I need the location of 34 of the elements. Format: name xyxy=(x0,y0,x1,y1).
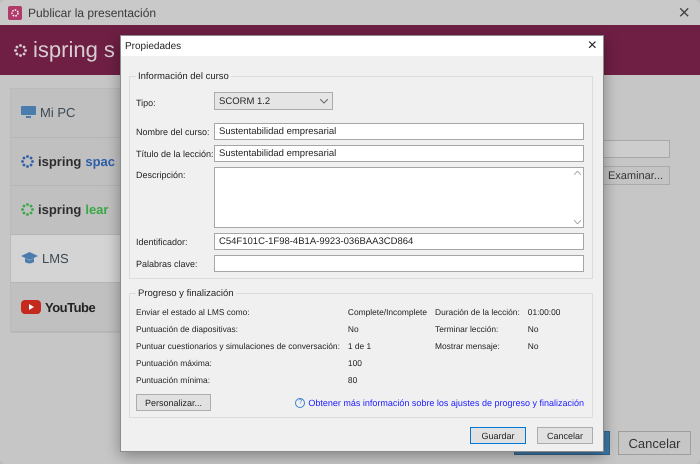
field-label: Palabras clave: xyxy=(136,258,199,268)
setting-value: Complete/Incomplete xyxy=(348,307,428,318)
brand-logo-text: ispring s xyxy=(33,37,115,63)
setting-label: Puntuación máxima: xyxy=(136,358,213,369)
setting-value: No xyxy=(528,341,540,352)
setting-label: Terminar lección: xyxy=(435,324,500,335)
field-label: Tipo: xyxy=(136,98,157,108)
field-label: Título de la lección: xyxy=(136,148,214,158)
youtube-logo-text: YouTube xyxy=(45,300,96,315)
brand-word: ispring xyxy=(38,202,82,218)
field-label: Descripción: xyxy=(136,169,187,180)
setting-label: Enviar el estado al LMS como: xyxy=(136,307,251,318)
brand-word: ispring xyxy=(38,154,82,169)
setting-value: 1 de 1 xyxy=(348,341,372,352)
group-title: Progreso y finalización xyxy=(137,288,235,299)
product-word: spac xyxy=(85,154,115,169)
dialog-title: Propiedades xyxy=(125,40,182,52)
field-label: Identificador: xyxy=(136,236,189,246)
sidebar-label: Mi PC xyxy=(40,105,76,120)
setting-label: Puntuación mínima: xyxy=(136,375,212,386)
field-label: Nombre del curso: xyxy=(136,126,211,136)
product-word: lear xyxy=(85,202,108,218)
window-title: Publicar la presentación xyxy=(28,6,158,20)
setting-label: Mostrar mensaje: xyxy=(435,341,501,352)
group-title: Información del curso xyxy=(137,71,230,82)
setting-label: Puntuar cuestionarios y simulaciones de conversación: xyxy=(136,341,340,352)
setting-value: 80 xyxy=(348,375,358,386)
sidebar-label: LMS xyxy=(42,251,69,266)
setting-value: No xyxy=(528,324,540,335)
setting-value: No xyxy=(348,324,360,335)
setting-label: Duración de la lección: xyxy=(435,307,520,318)
setting-value: 01:00:00 xyxy=(528,307,562,318)
setting-value: 100 xyxy=(348,358,363,369)
setting-label: Puntuación de diapositivas: xyxy=(136,324,239,335)
